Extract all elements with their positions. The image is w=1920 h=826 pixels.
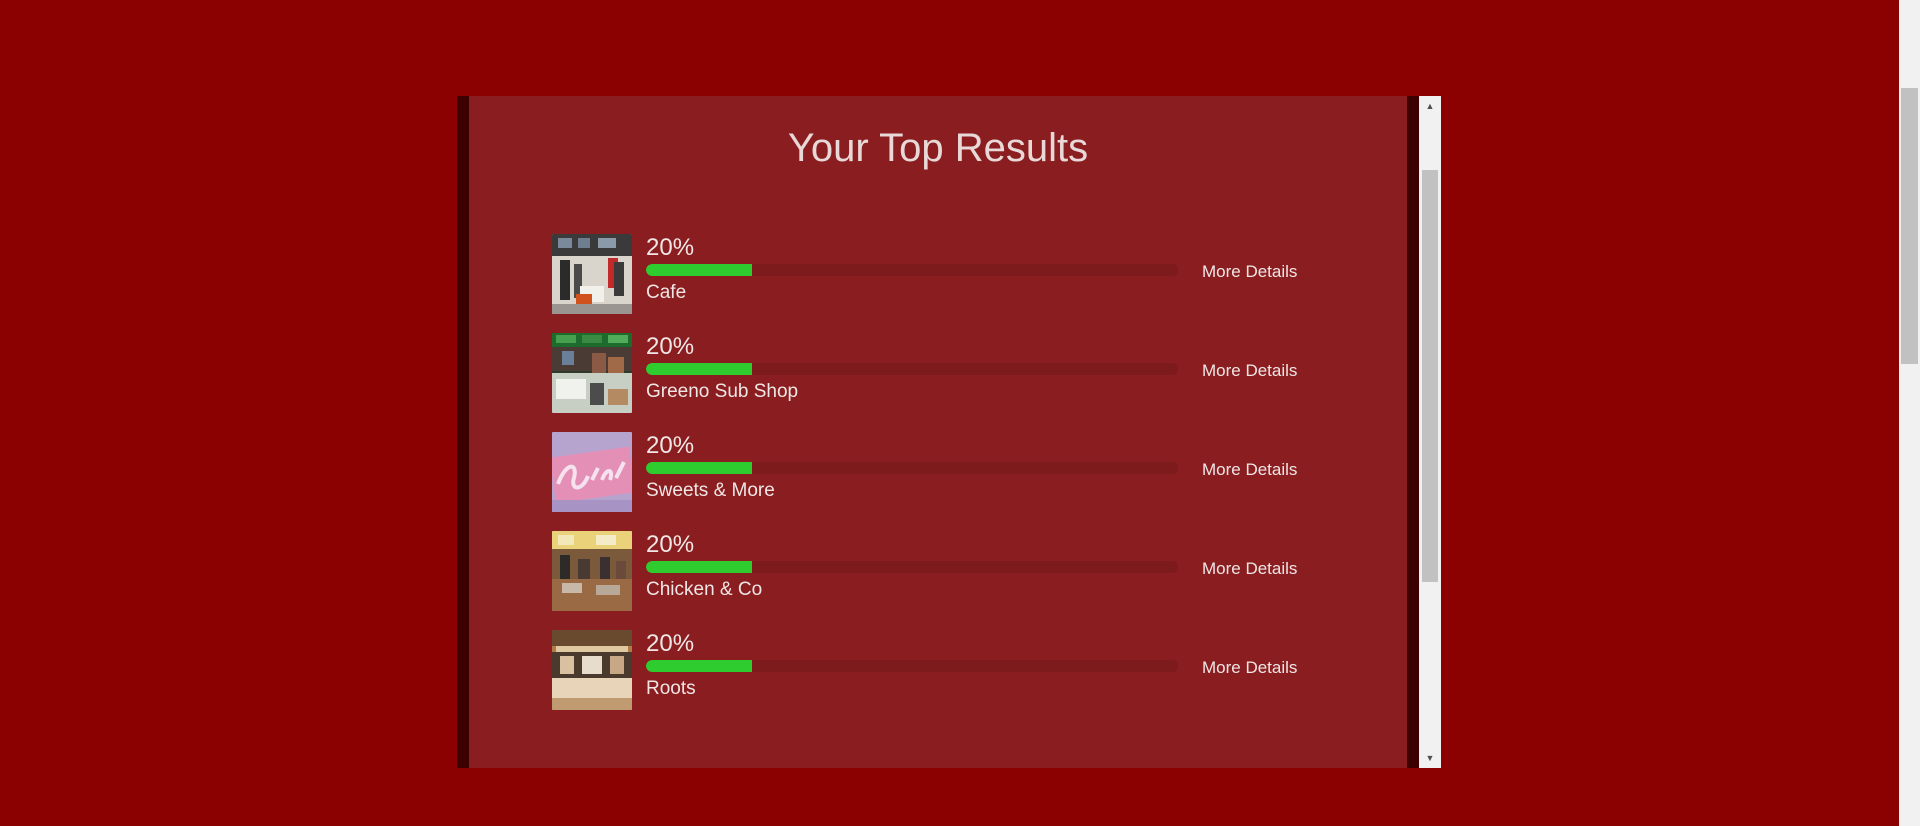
food-counter-photo (552, 630, 632, 710)
match-progress-bar (646, 660, 1178, 672)
result-name: Greeno Sub Shop (646, 381, 799, 402)
result-item: 20% Sweets & More More Details (552, 432, 1352, 531)
results-modal: Your Top Results 20% Cafe More Details 2… (457, 96, 1441, 768)
result-name: Cafe (646, 282, 687, 303)
modal-scrollbar[interactable]: ▲ ▼ (1419, 96, 1441, 768)
modal-body: Your Top Results 20% Cafe More Details 2… (469, 96, 1407, 768)
result-item: 20% Greeno Sub Shop More Details (552, 333, 1352, 432)
match-percent: 20% (646, 234, 695, 261)
match-percent: 20% (646, 432, 695, 459)
result-item: 20% Chicken & Co More Details (552, 531, 1352, 630)
result-item: 20% Roots More Details (552, 630, 1352, 729)
match-progress-bar (646, 462, 1178, 474)
result-name: Sweets & More (646, 480, 775, 501)
more-details-link[interactable]: More Details (1202, 262, 1297, 282)
page-scrollbar[interactable] (1899, 0, 1920, 826)
sweets-sign-photo (552, 432, 632, 512)
result-item: 20% Cafe More Details (552, 234, 1352, 333)
dining-hall-photo (552, 531, 632, 611)
modal-left-border (457, 96, 469, 768)
match-progress-fill (646, 363, 753, 375)
match-progress-bar (646, 561, 1178, 573)
page: Your Top Results 20% Cafe More Details 2… (0, 0, 1920, 826)
sub-shop-photo (552, 333, 632, 413)
more-details-link[interactable]: More Details (1202, 658, 1297, 678)
match-percent: 20% (646, 630, 695, 657)
match-progress-fill (646, 660, 753, 672)
more-details-link[interactable]: More Details (1202, 559, 1297, 579)
modal-scrollbar-thumb[interactable] (1422, 170, 1438, 582)
result-name: Chicken & Co (646, 579, 763, 600)
match-percent: 20% (646, 531, 695, 558)
match-progress-fill (646, 264, 753, 276)
match-percent: 20% (646, 333, 695, 360)
arrow-down-icon[interactable]: ▼ (1419, 748, 1441, 768)
cafe-photo (552, 234, 632, 314)
match-progress-fill (646, 462, 753, 474)
modal-title: Your Top Results (787, 126, 1089, 170)
more-details-link[interactable]: More Details (1202, 361, 1297, 381)
more-details-link[interactable]: More Details (1202, 460, 1297, 480)
result-name: Roots (646, 678, 696, 699)
match-progress-fill (646, 561, 753, 573)
arrow-up-icon[interactable]: ▲ (1419, 96, 1441, 116)
match-progress-bar (646, 264, 1178, 276)
page-scrollbar-thumb[interactable] (1901, 88, 1918, 364)
match-progress-bar (646, 363, 1178, 375)
results-list: 20% Cafe More Details 20% Greeno Sub Sho… (552, 234, 1352, 729)
modal-right-border (1407, 96, 1419, 768)
